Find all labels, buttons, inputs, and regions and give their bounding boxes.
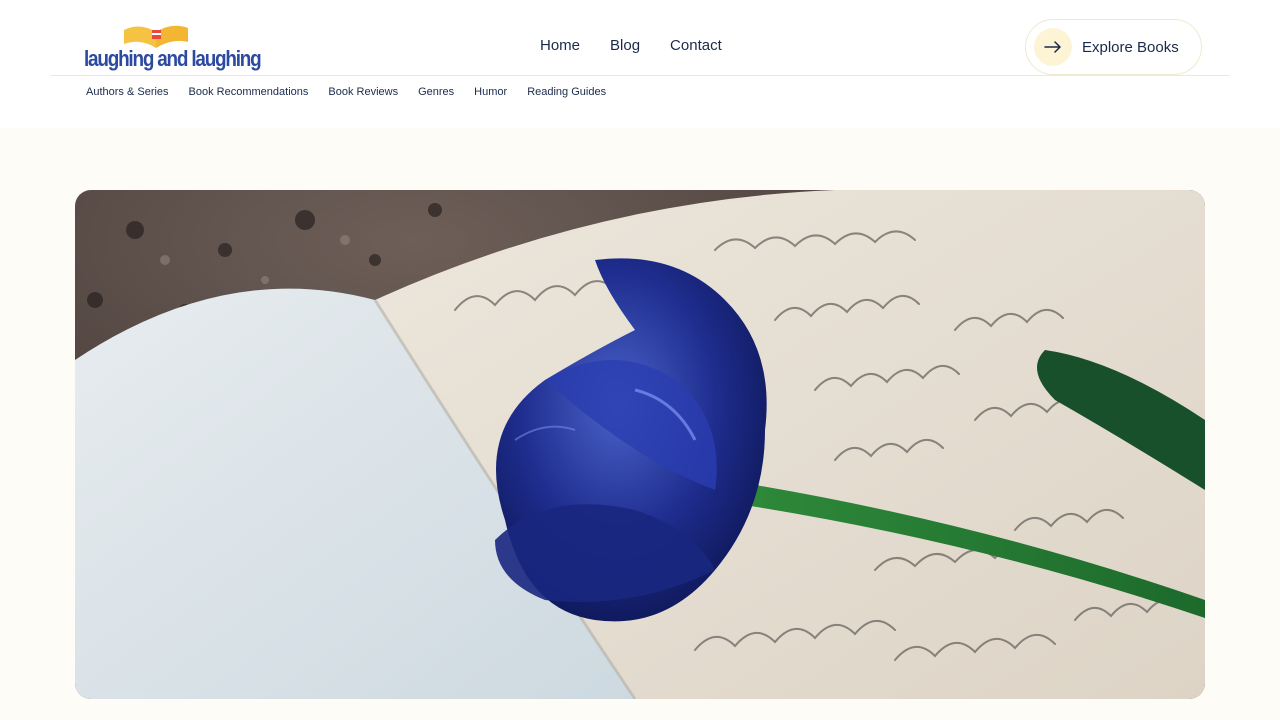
explore-books-button[interactable]: Explore Books — [1025, 19, 1202, 75]
nav-blog[interactable]: Blog — [610, 37, 640, 54]
category-nav: Authors & Series Book Recommendations Bo… — [86, 86, 606, 98]
nav-home[interactable]: Home — [540, 37, 580, 54]
site-logo[interactable]: laughing and laughing — [84, 22, 262, 72]
category-reading-guides[interactable]: Reading Guides — [527, 86, 606, 98]
hero-image — [75, 190, 1205, 699]
main-nav: Home Blog Contact — [540, 37, 722, 54]
logo-text: laughing and laughing — [84, 46, 262, 71]
category-book-recommendations[interactable]: Book Recommendations — [189, 86, 309, 98]
top-bar: laughing and laughing Home Blog Contact … — [50, 0, 1230, 76]
category-genres[interactable]: Genres — [418, 86, 454, 98]
explore-books-label: Explore Books — [1082, 38, 1179, 56]
nav-contact[interactable]: Contact — [670, 37, 722, 54]
category-authors-series[interactable]: Authors & Series — [86, 86, 169, 98]
category-book-reviews[interactable]: Book Reviews — [328, 86, 398, 98]
category-humor[interactable]: Humor — [474, 86, 507, 98]
site-header: laughing and laughing Home Blog Contact … — [0, 0, 1280, 128]
arrow-right-icon — [1034, 28, 1072, 66]
